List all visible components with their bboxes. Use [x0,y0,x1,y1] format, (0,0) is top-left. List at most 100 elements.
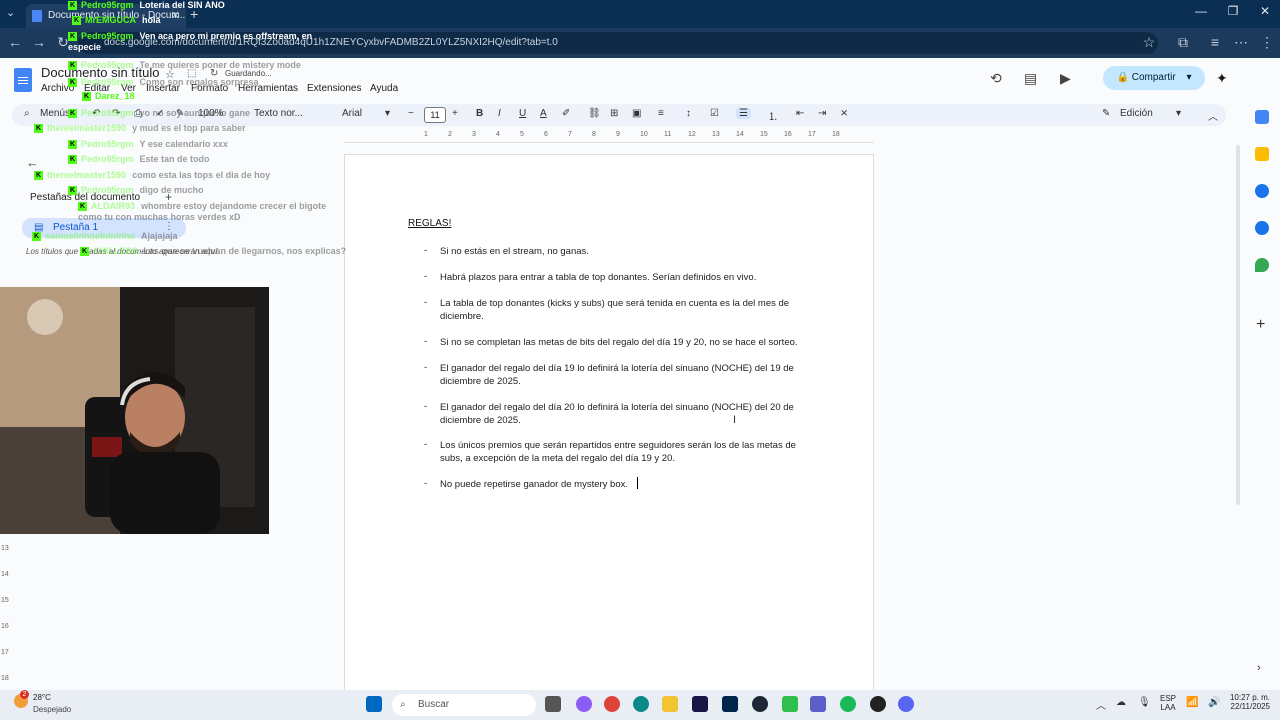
task-view-icon[interactable] [545,696,561,712]
more-menu-icon[interactable]: ⋯ [1232,34,1250,51]
steam-icon[interactable] [752,696,768,712]
lang-layout: LAA [1160,703,1176,712]
increase-indent-icon[interactable]: ⇥ [818,108,826,119]
rule-item: El ganador del regalo del día 19 lo defi… [440,363,794,387]
get-addons-icon[interactable]: + [1256,316,1265,334]
collapse-menus-icon[interactable]: ︿ [1208,108,1218,123]
bookmark-star-icon[interactable]: ☆ [1140,34,1158,51]
tasks-icon[interactable] [1255,184,1269,198]
premiere-icon[interactable] [692,696,708,712]
italic-icon[interactable]: I [498,108,501,119]
comments-icon[interactable]: ▤ [1024,70,1037,87]
windows-start-icon[interactable] [366,696,382,712]
chrome-icon[interactable] [604,696,620,712]
vruler-tick-label: 17 [1,649,9,656]
chat-text: y mud es el top para saber [132,123,246,133]
text-color-icon[interactable]: A [540,108,547,119]
underline-icon[interactable]: U [519,108,526,119]
clear-formatting-icon[interactable]: ⨯ [840,108,848,119]
list-bullet: - [424,362,428,373]
clock[interactable]: 10:27 p. m. 22/11/2025 [1224,693,1270,711]
document-page[interactable] [344,154,874,720]
chat-message: Ksamuelinhoelnininho Ajajajaja [32,231,178,242]
decrease-indent-icon[interactable]: ⇤ [796,108,804,119]
rule-item: Si no se completan las metas de bits del… [440,337,798,348]
chat-message: K Pedro95rgm digo de mucho [68,185,204,196]
list-bullet: - [424,401,428,412]
increase-size-icon[interactable]: + [452,108,458,119]
ruler-tick-label: 13 [712,131,720,138]
ruler-tick-label: 1 [424,131,428,138]
checklist-icon[interactable]: ☑ [710,108,719,119]
bulleted-list-icon[interactable]: ☰ [736,108,751,119]
wifi-icon[interactable]: 📶 [1186,697,1198,708]
numbered-list-icon[interactable]: ⒈ [768,108,778,123]
app-icon[interactable] [782,696,798,712]
menu-ayuda[interactable]: Ayuda [370,83,398,94]
list-bullet: - [424,245,428,256]
kick-badge-icon: K [78,202,87,212]
ruler-tick-label: 11 [664,131,672,138]
discord-icon[interactable] [898,696,914,712]
line-spacing-icon[interactable]: ↕ [686,108,691,119]
vruler-tick-label: 13 [1,545,9,552]
onedrive-icon[interactable]: ☁ [1116,697,1126,708]
chat-message: K Pedro95rgm Este tan de todo [68,154,210,165]
volume-icon[interactable]: 🔊 [1208,697,1220,708]
vertical-ruler[interactable]: 13 14 15 16 17 18 [0,540,10,690]
contacts-icon[interactable] [1255,221,1269,235]
chat-text: hola [142,15,161,25]
edge-icon[interactable] [633,696,649,712]
taskbar-search[interactable]: ⌕ Buscar [392,694,536,716]
audition-icon[interactable] [722,696,738,712]
extensions-icon[interactable]: ⧉ [1174,34,1192,51]
insert-image-icon[interactable]: ▣ [632,108,641,119]
spotify-icon[interactable] [840,696,856,712]
chat-username: samuelinhoelnininho [45,231,136,241]
bold-icon[interactable]: B [476,108,483,119]
version-history-icon[interactable]: ⟲ [990,70,1002,87]
chat-message: K Pedro95rgm Ven aca pero mi premio es off… [68,31,338,53]
rule-item: Si no estás en el stream, no ganas. [440,246,589,257]
chrome-menu-icon[interactable]: ⋮ [1258,34,1276,51]
gemini-icon[interactable]: ✦ [1216,70,1228,87]
vruler-tick-label: 15 [1,597,9,604]
keep-icon[interactable] [1255,147,1269,161]
add-comment-icon[interactable]: ⊞ [610,108,618,119]
kick-badge-icon: K [80,247,89,257]
chat-text: Ajajajaja [141,231,178,241]
chat-message: K ALDAIR93 whombre estoy dejandome crecer … [78,201,348,223]
expand-panel-icon[interactable]: › [1257,662,1261,674]
reading-list-icon[interactable]: ≡ [1206,34,1224,50]
copilot-icon[interactable] [576,696,592,712]
language-indicator[interactable]: ESP LAA [1160,694,1176,712]
editing-mode-select[interactable]: Edición [1120,108,1153,119]
calendar-icon[interactable] [1255,110,1269,124]
rule-item: Los únicos premios que serán repartidos … [440,440,796,464]
chat-message: K MrEMGUCA hola [72,15,161,26]
kick-badge-icon: K [68,78,77,88]
align-icon[interactable]: ≡ [658,108,664,119]
font-size-input[interactable]: 11 [424,107,446,123]
link-icon[interactable]: ⛓ [588,108,601,119]
close-window-icon[interactable]: ✕ [1250,4,1280,18]
mode-chevron-icon[interactable]: ▾ [1176,108,1181,119]
maximize-icon[interactable]: ❐ [1218,4,1248,18]
decrease-size-icon[interactable]: − [408,108,414,119]
mic-icon[interactable]: 🎙 [1138,697,1151,708]
teams-icon[interactable] [810,696,826,712]
maps-icon[interactable] [1255,258,1269,272]
share-button[interactable]: 🔒 Compartir ▾ [1103,66,1205,90]
list-bullet: - [424,336,428,347]
tray-expand-icon[interactable]: ︿ [1096,697,1106,712]
file-explorer-icon[interactable] [662,696,678,712]
obs-icon[interactable] [870,696,886,712]
scrollbar[interactable] [1236,145,1240,505]
horizontal-ruler[interactable]: 1 2 3 4 5 6 7 8 9 10 11 12 13 14 15 16 17 18 [344,130,874,143]
minimize-icon[interactable]: — [1186,4,1216,18]
meet-icon[interactable]: ▶ [1060,70,1071,87]
highlight-icon[interactable]: ✐ [562,108,570,119]
vruler-tick-label: 14 [1,571,9,578]
vruler-tick-label: 16 [1,623,9,630]
font-chevron-icon[interactable]: ▾ [385,108,390,119]
